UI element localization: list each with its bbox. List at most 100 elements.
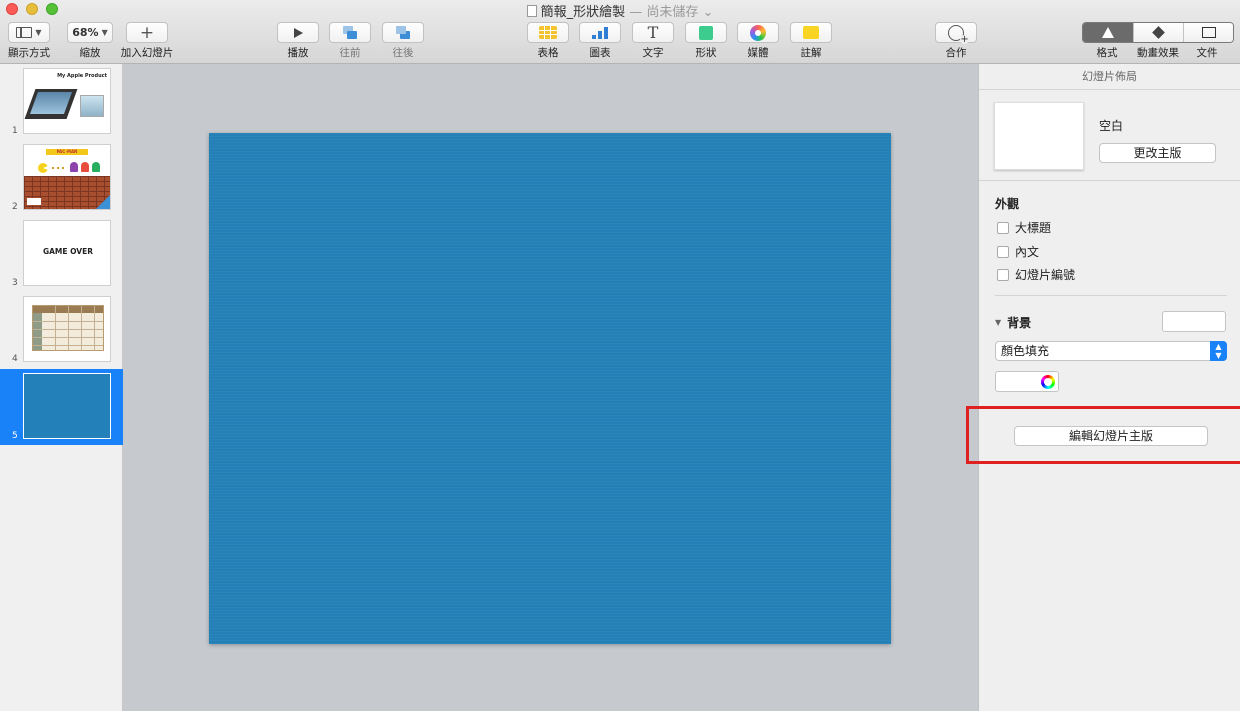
send-backward-button[interactable] xyxy=(382,22,424,43)
comment-button[interactable] xyxy=(790,22,832,43)
fill-type-value: 顏色填充 xyxy=(1001,344,1050,358)
pellet xyxy=(57,167,59,169)
plus-icon: + xyxy=(139,22,155,43)
text-icon: T xyxy=(647,22,659,42)
slide-number-checkbox-row[interactable]: 幻燈片編號 xyxy=(997,266,1075,283)
body-checkbox-row[interactable]: 內文 xyxy=(997,243,1039,260)
zoom-value: 68% xyxy=(72,26,99,39)
slide-title: GAME OVER xyxy=(42,247,94,256)
slide-preview: GAME OVER xyxy=(23,220,111,286)
slide-canvas xyxy=(124,64,978,711)
format-inspector: 幻燈片佈局 空白 更改主版 外觀 大標題 內文 幻燈片編號 ▼ 背景 顏色填充 ▲… xyxy=(966,64,1240,711)
document-icon xyxy=(1201,27,1216,38)
slide-box xyxy=(27,198,41,205)
window-title[interactable]: 簡報_形狀繪製 — 尚未儲存 ⌄ xyxy=(0,1,1240,20)
slide-thumbnail-1[interactable]: 1 My Apple Product xyxy=(0,64,123,140)
slide-thumbnail-2[interactable]: 2 PAC-MAN xyxy=(0,140,123,216)
zoom-label: 縮放 xyxy=(79,47,101,59)
animate-tab[interactable] xyxy=(1133,23,1183,42)
divider xyxy=(995,295,1227,296)
layout-name: 空白 xyxy=(1099,119,1124,133)
slide-thumbnail-3[interactable]: 3 GAME OVER xyxy=(0,216,123,292)
background-color-swatch[interactable] xyxy=(1162,311,1226,332)
slide-number: 2 xyxy=(12,202,18,212)
bring-forward-label: 往前 xyxy=(339,47,361,59)
table-line xyxy=(94,306,95,350)
slide-thumbnail-5[interactable]: 5 xyxy=(0,369,123,445)
slide-layout-thumbnail[interactable] xyxy=(994,102,1084,170)
fill-type-select[interactable]: 顏色填充 ▲ ▼ xyxy=(995,341,1227,361)
text-button[interactable]: T xyxy=(632,22,674,43)
format-tab[interactable] xyxy=(1083,23,1133,42)
add-slide-label: 加入幻燈片 xyxy=(120,47,174,59)
collaborate-button[interactable] xyxy=(935,22,977,44)
change-master-button[interactable]: 更改主版 xyxy=(1099,143,1216,163)
slide-number-checkbox[interactable] xyxy=(997,268,1009,281)
title-checkbox-row[interactable]: 大標題 xyxy=(997,219,1051,236)
view-label: 顯示方式 xyxy=(8,47,50,59)
animate-label: 動畫效果 xyxy=(1137,47,1179,59)
shape-button[interactable] xyxy=(685,22,727,43)
play-button[interactable] xyxy=(277,22,319,43)
background-title: 背景 xyxy=(1007,316,1032,330)
slide-number-checkbox-label: 幻燈片編號 xyxy=(1015,268,1076,282)
title-checkbox[interactable] xyxy=(997,221,1009,234)
ghost-image xyxy=(81,162,89,172)
fill-color-well[interactable] xyxy=(995,371,1059,392)
slide-number: 3 xyxy=(12,278,18,288)
add-slide-button[interactable]: + xyxy=(126,22,168,43)
device-image xyxy=(80,95,104,117)
bring-forward-button[interactable] xyxy=(329,22,371,43)
slide-preview: My Apple Product xyxy=(23,68,111,134)
body-checkbox[interactable] xyxy=(997,245,1009,258)
play-label: 播放 xyxy=(287,47,309,59)
table-image xyxy=(32,305,104,351)
chart-icon xyxy=(592,26,608,39)
inspector-tabs xyxy=(1082,22,1234,43)
pacman-image xyxy=(38,163,48,173)
send-backward-label: 往後 xyxy=(392,47,414,59)
slide-number: 1 xyxy=(12,126,18,136)
table-label: 表格 xyxy=(537,47,559,59)
chart-button[interactable] xyxy=(579,22,621,43)
ghost-image xyxy=(92,162,100,172)
toolbar: 簡報_形狀繪製 — 尚未儲存 ⌄ ▼ 顯示方式 68% ▼ 縮放 + 加入幻燈片 … xyxy=(0,0,1240,64)
comment-label: 註解 xyxy=(800,47,822,59)
view-button[interactable]: ▼ xyxy=(8,22,50,43)
slide-thumbnail-4[interactable]: 4 xyxy=(0,292,123,368)
table-button[interactable] xyxy=(527,22,569,43)
inspector-header: 幻燈片佈局 xyxy=(979,64,1240,90)
chevron-down-icon: ▼ xyxy=(101,28,108,37)
ghost-image xyxy=(70,162,78,172)
table-icon xyxy=(539,26,557,39)
title-checkbox-label: 大標題 xyxy=(1015,221,1052,235)
slide-preview xyxy=(23,373,111,439)
document-title: 簡報_形狀繪製 xyxy=(540,5,626,20)
animate-diamond-icon xyxy=(1152,26,1165,39)
current-slide[interactable] xyxy=(209,133,891,644)
pellet xyxy=(52,167,54,169)
color-wheel-icon[interactable] xyxy=(1041,375,1055,389)
chevron-down-icon: ▼ xyxy=(35,28,42,37)
media-icon xyxy=(750,24,766,41)
table-line xyxy=(55,306,56,350)
slide-preview: PAC-MAN xyxy=(23,144,111,210)
sidebar-view-icon xyxy=(16,27,33,38)
slide-number: 5 xyxy=(12,431,18,441)
slide-title: PAC-MAN xyxy=(46,149,88,155)
disclosure-triangle-icon: ▼ xyxy=(995,318,1002,327)
shape-label: 形狀 xyxy=(695,47,717,59)
shape-icon xyxy=(699,25,713,40)
select-arrows-icon: ▲ ▼ xyxy=(1210,341,1227,361)
edit-slide-master-button[interactable]: 編輯幻燈片主版 xyxy=(1014,426,1208,446)
paintbrush-icon xyxy=(1102,27,1114,38)
text-label: 文字 xyxy=(642,47,664,59)
zoom-select[interactable]: 68% ▼ xyxy=(67,22,113,43)
body-checkbox-label: 內文 xyxy=(1015,245,1040,259)
document-tab[interactable] xyxy=(1183,23,1233,42)
slide-number: 4 xyxy=(12,354,18,364)
media-button[interactable] xyxy=(737,22,779,43)
slide-preview xyxy=(23,296,111,362)
chart-label: 圖表 xyxy=(589,47,611,59)
background-section-toggle[interactable]: ▼ 背景 xyxy=(995,314,1031,331)
